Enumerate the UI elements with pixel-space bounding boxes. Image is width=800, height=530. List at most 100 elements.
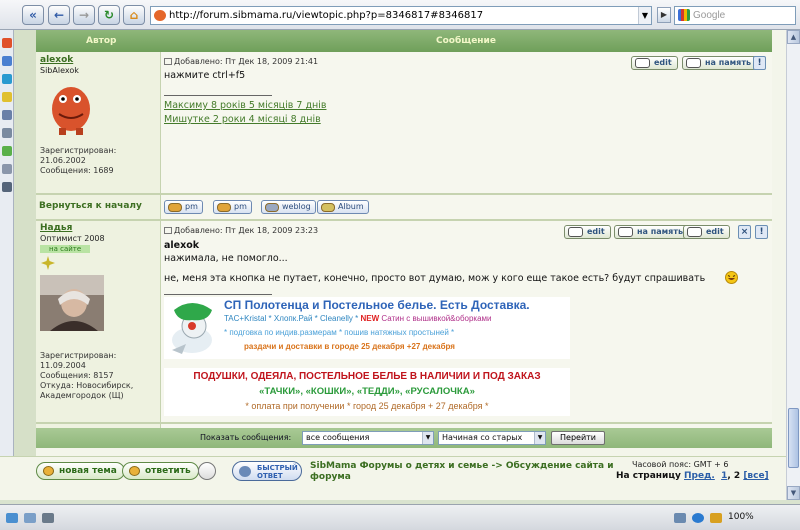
back-icon[interactable]: « (22, 5, 44, 25)
pages-prefix: На страницу (616, 471, 685, 481)
post-2-quote-button[interactable]: на память (614, 225, 690, 239)
globe-icon[interactable] (692, 513, 704, 523)
weblog-icon (265, 203, 279, 212)
pagination: На страницу Пред. 1, 2 [все] (616, 471, 769, 481)
post-2-edit-button[interactable]: edit (564, 225, 611, 239)
post-2-delete-icon[interactable]: × (738, 225, 751, 239)
address-bar[interactable]: http://forum.sibmama.ru/viewtopic.php?p=… (150, 6, 652, 25)
order-value: Начиная со старых (442, 433, 523, 442)
page-info-icon[interactable] (24, 513, 36, 523)
signature-divider (164, 294, 272, 295)
post-2-online-badge: на сайте (40, 245, 91, 253)
ad-banner-towels[interactable]: СП Полотенца и Постельное белье. Есть До… (164, 297, 570, 359)
home-icon[interactable]: ⌂ (123, 5, 145, 25)
order-select[interactable]: Начиная со старых ▼ (438, 431, 546, 445)
page-2-current: 2 (733, 471, 741, 481)
post-2-username[interactable]: Надья (40, 223, 72, 233)
post-1-author-cell: alexok SibAlexok Зарегистрирован: 21.06.… (36, 52, 161, 193)
post-1-footer-right: pm pm weblog Album (161, 195, 772, 219)
post-1-back-to-top[interactable]: Вернуться к началу (39, 201, 142, 211)
post-1-registered-date: 21.06.2002 (40, 156, 86, 165)
user-photo (40, 275, 104, 331)
post-1-pm-button-2[interactable]: pm (213, 200, 252, 214)
post-2-location-value: Академгородок (Щ) (40, 391, 124, 400)
post-icon (164, 227, 172, 234)
zoom-icon[interactable] (710, 513, 722, 523)
new-topic-icon (43, 466, 54, 476)
link-icon[interactable] (2, 128, 12, 138)
ad-banner-pillows[interactable]: ПОДУШКИ, ОДЕЯЛА, ПОСТЕЛЬНОЕ БЕЛЬЕ В НАЛИ… (164, 368, 570, 416)
address-dropdown-icon[interactable]: ▼ (638, 7, 651, 24)
reply-button[interactable]: ответить (122, 462, 199, 480)
post-1-header: Добавлено: Пт Дек 18, 2009 21:41 (164, 57, 318, 66)
vertical-scrollbar[interactable]: ▲ ▼ (786, 30, 800, 500)
post-2-registered-date: 11.09.2004 (40, 361, 86, 370)
scroll-thumb[interactable] (788, 408, 799, 468)
post-2-edit-label: edit (587, 227, 605, 236)
post-2-quote-author: alexok (164, 240, 200, 251)
forward-arrow-icon[interactable]: → (73, 5, 95, 25)
breadcrumb[interactable]: SibMama Форумы о детях и семье -> Обсужд… (310, 461, 615, 483)
message-column-header: Сообщение (436, 36, 496, 46)
scroll-up-icon[interactable]: ▲ (787, 30, 800, 44)
banner2-line1: ПОДУШКИ, ОДЕЯЛА, ПОСТЕЛЬНОЕ БЕЛЬЕ В НАЛИ… (193, 371, 541, 382)
filter-select[interactable]: все сообщения ▼ (302, 431, 434, 445)
chef-dog-logo (172, 303, 212, 354)
monster-avatar (52, 87, 90, 135)
chevron-down-icon: ▼ (422, 432, 433, 444)
post-1-info-icon[interactable]: ! (753, 56, 766, 70)
browser-toolbar: « ← → ↻ ⌂ http://forum.sibmama.ru/viewto… (0, 0, 800, 30)
album-label: Album (338, 202, 364, 211)
add-icon[interactable] (2, 182, 12, 192)
post-2-author-cell: Надья Оптимист 2008 на сайте Зарегистрир… (36, 221, 161, 422)
all-pages-link[interactable]: [все] (743, 471, 768, 481)
page-1-link[interactable]: 1 (721, 471, 727, 481)
pm-label: pm (185, 202, 198, 211)
scroll-down-icon[interactable]: ▼ (787, 486, 800, 500)
banner1-title: СП Полотенца и Постельное белье. Есть До… (224, 298, 530, 312)
post-1-weblog-button[interactable]: weblog (261, 200, 316, 214)
reply-icon (129, 466, 140, 476)
quick-reply-label-1: БЫСТРЫЙ (257, 464, 298, 472)
post-1-edit-button[interactable]: edit (631, 56, 678, 70)
quick-reply-button[interactable]: БЫСТРЫЙ ОТВЕТ (232, 461, 302, 481)
back-arrow-icon[interactable]: ← (48, 5, 70, 25)
go-icon[interactable]: ▶ (657, 7, 671, 23)
network-icon[interactable] (2, 74, 12, 84)
new-topic-button[interactable]: новая тема (36, 462, 125, 480)
status-bar: 100% (0, 504, 800, 530)
edit-icon (687, 227, 702, 237)
print-icon[interactable] (198, 462, 216, 480)
post-1-album-button[interactable]: Album (317, 200, 369, 214)
tools-icon[interactable] (2, 164, 12, 174)
post-1-quote-button[interactable]: на память (682, 56, 758, 70)
edit-icon (635, 58, 650, 68)
search-input[interactable]: Google (674, 6, 796, 25)
post-1-signature-2[interactable]: Мишутке 2 роки 4 місяці 8 днів (164, 114, 321, 125)
chat-icon[interactable] (2, 146, 12, 156)
display-controls: Показать сообщения: все сообщения ▼ Начин… (36, 428, 772, 448)
post-1-rank: SibAlexok (40, 66, 79, 75)
zoom-level[interactable]: 100% (728, 512, 754, 522)
bookmark-icon[interactable] (2, 38, 12, 48)
post-2-location-label: Откуда: Новосибирск, (40, 381, 134, 390)
reload-icon[interactable]: ↻ (98, 5, 120, 25)
signature-divider (164, 95, 272, 96)
browser-sidebar (0, 30, 14, 500)
go-button[interactable]: Перейти (551, 431, 605, 445)
addon-icon[interactable] (42, 513, 54, 523)
bottom-toolbar: новая тема ответить БЫСТРЫЙ ОТВЕТ SibMama… (0, 456, 786, 500)
post-1-footer-left: Вернуться к началу (36, 195, 161, 219)
history-icon[interactable] (2, 56, 12, 66)
prev-page-link[interactable]: Пред. (684, 471, 715, 481)
post-2-info-icon[interactable]: ! (755, 225, 768, 239)
pen-icon[interactable] (2, 110, 12, 120)
notes-icon[interactable] (2, 92, 12, 102)
post-1-pm-button-1[interactable]: pm (164, 200, 203, 214)
security-icon[interactable] (674, 513, 686, 523)
post-2-body: не, меня эта кнопка не путает, конечно, … (164, 273, 706, 284)
post-1-username[interactable]: alexok (40, 55, 73, 65)
post-1-signature-1[interactable]: Максиму 8 років 5 місяців 7 днів (164, 100, 326, 111)
post-2-edit-button-2[interactable]: edit (683, 225, 730, 239)
site-favicon-icon (154, 10, 166, 21)
